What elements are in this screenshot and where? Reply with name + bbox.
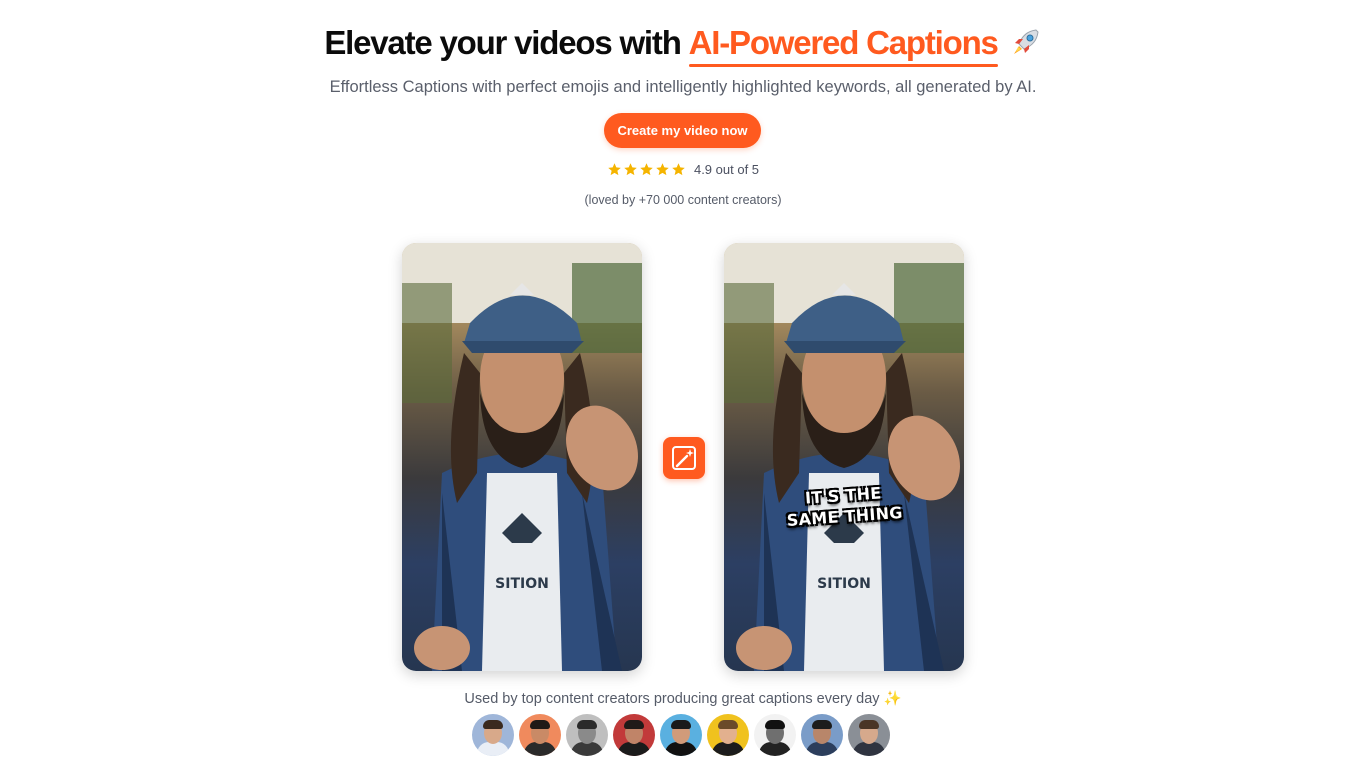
hero-title-accent: AI-Powered Captions (688, 24, 999, 67)
creator-avatar (519, 714, 561, 756)
star-icon (640, 163, 653, 176)
rating-text: 4.9 out of 5 (693, 162, 760, 177)
video-person-illustration: SITION (724, 243, 964, 671)
star-icon (672, 163, 685, 176)
ai-magic-wand-icon (663, 437, 705, 479)
creator-avatar (660, 714, 702, 756)
creator-avatar (613, 714, 655, 756)
creator-avatar (566, 714, 608, 756)
creator-avatar (472, 714, 514, 756)
rating: 4.9 out of 5 (0, 162, 1366, 177)
rocket-icon (1013, 29, 1039, 54)
video-after[interactable]: SITION IT'S THE SAME THING (724, 243, 964, 671)
landing-page: Elevate your videos with AI-Powered Capt… (0, 0, 1366, 768)
svg-text:SITION: SITION (495, 576, 549, 592)
star-rating (607, 162, 686, 177)
hero-title-prefix: Elevate your videos with (324, 24, 689, 61)
creator-avatar (801, 714, 843, 756)
star-icon (624, 163, 637, 176)
loved-by-text: (loved by +70 000 content creators) (584, 193, 782, 207)
video-person-illustration: SITION (402, 243, 642, 671)
creator-avatar (754, 714, 796, 756)
hero-subtitle: Effortless Captions with perfect emojis … (329, 78, 1037, 96)
social-proof-text: Used by top content creators producing g… (464, 691, 902, 707)
video-before[interactable]: SITION (402, 243, 642, 671)
creator-avatars (472, 714, 890, 756)
creator-avatar (848, 714, 890, 756)
create-video-button[interactable]: Create my video now (604, 113, 761, 148)
creator-avatar (707, 714, 749, 756)
star-icon (656, 163, 669, 176)
hero-title: Elevate your videos with AI-Powered Capt… (0, 24, 1366, 67)
svg-text:SITION: SITION (817, 576, 871, 592)
star-icon (608, 163, 621, 176)
